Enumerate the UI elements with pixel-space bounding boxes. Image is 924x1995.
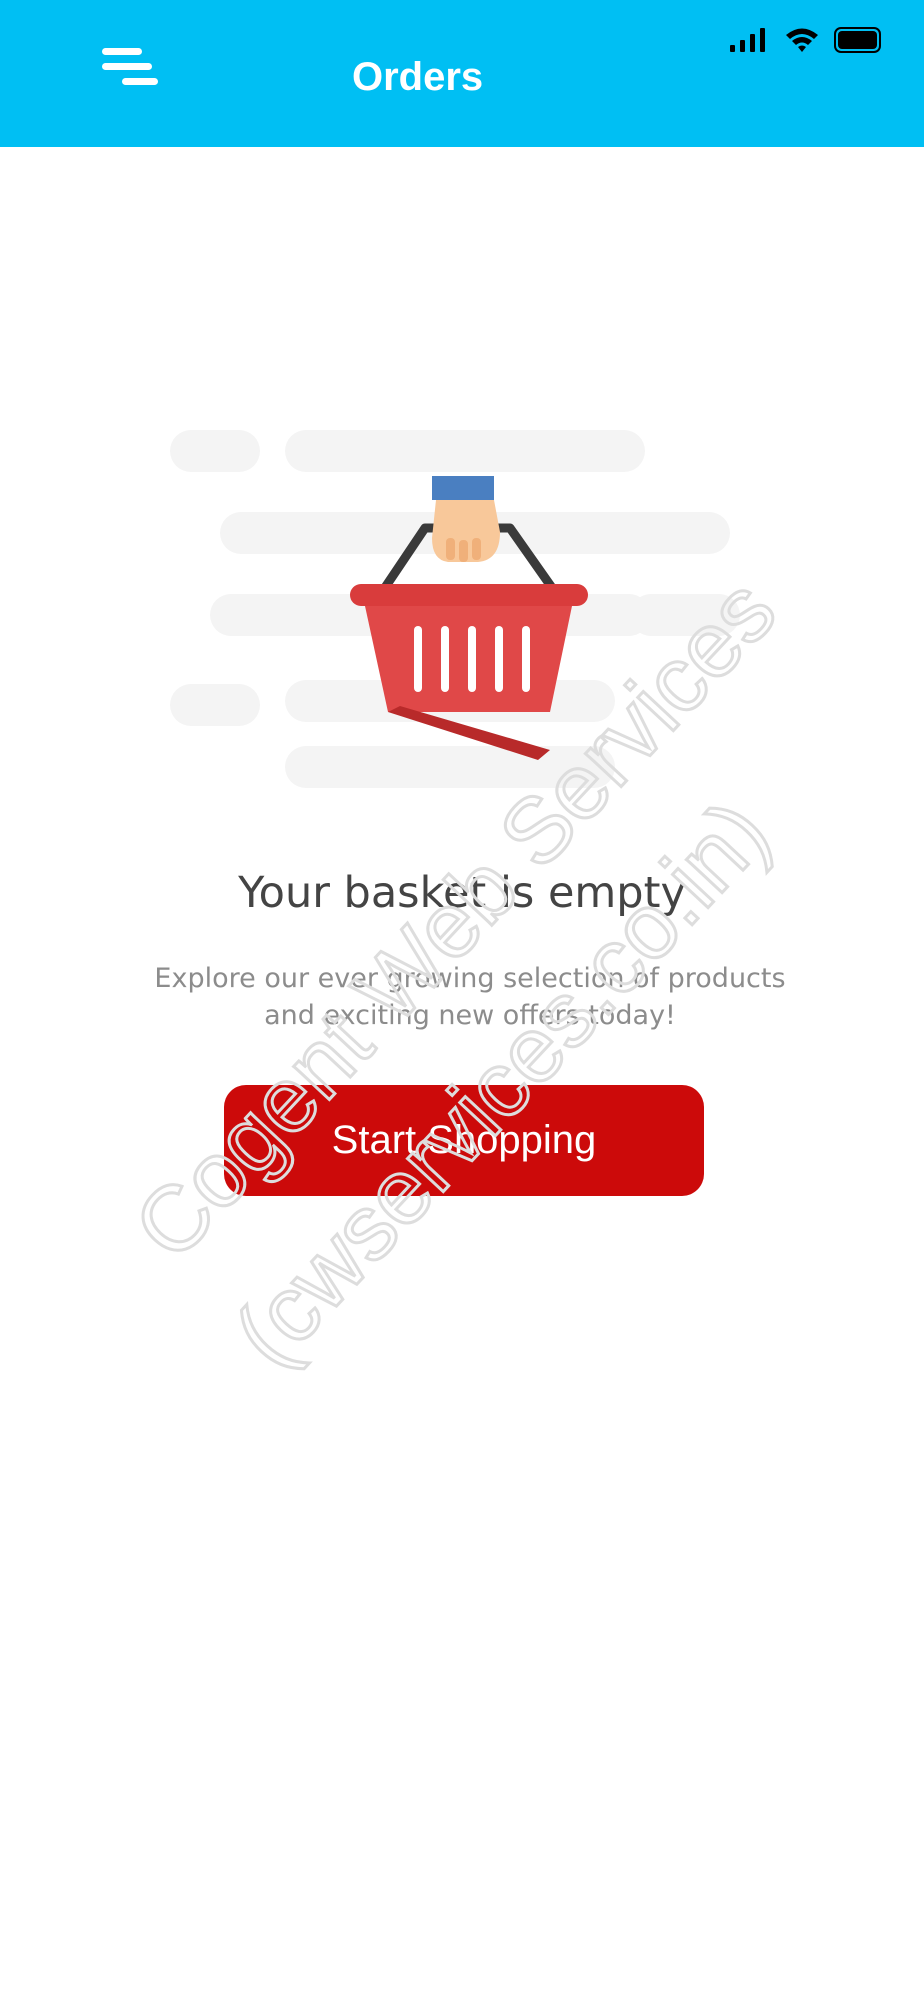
wifi-icon <box>786 28 818 52</box>
description-line-1: Explore our ever growing selection of pr… <box>154 963 786 994</box>
start-shopping-button[interactable]: Start Shopping <box>224 1085 704 1196</box>
page-title: Orders <box>352 55 484 99</box>
hamburger-menu-icon[interactable] <box>96 44 166 94</box>
empty-basket-heading: Your basket is empty <box>238 868 686 918</box>
description-line-2: and exciting new offers today! <box>264 1000 676 1031</box>
status-bar <box>728 20 884 60</box>
empty-basket-illustration <box>160 420 760 820</box>
app-header: Orders <box>0 0 924 147</box>
cellular-signal-icon <box>730 28 765 52</box>
empty-basket-description: Explore our ever growing selection of pr… <box>120 960 820 1034</box>
basket-in-hand-icon <box>170 430 740 788</box>
battery-icon <box>834 27 881 53</box>
